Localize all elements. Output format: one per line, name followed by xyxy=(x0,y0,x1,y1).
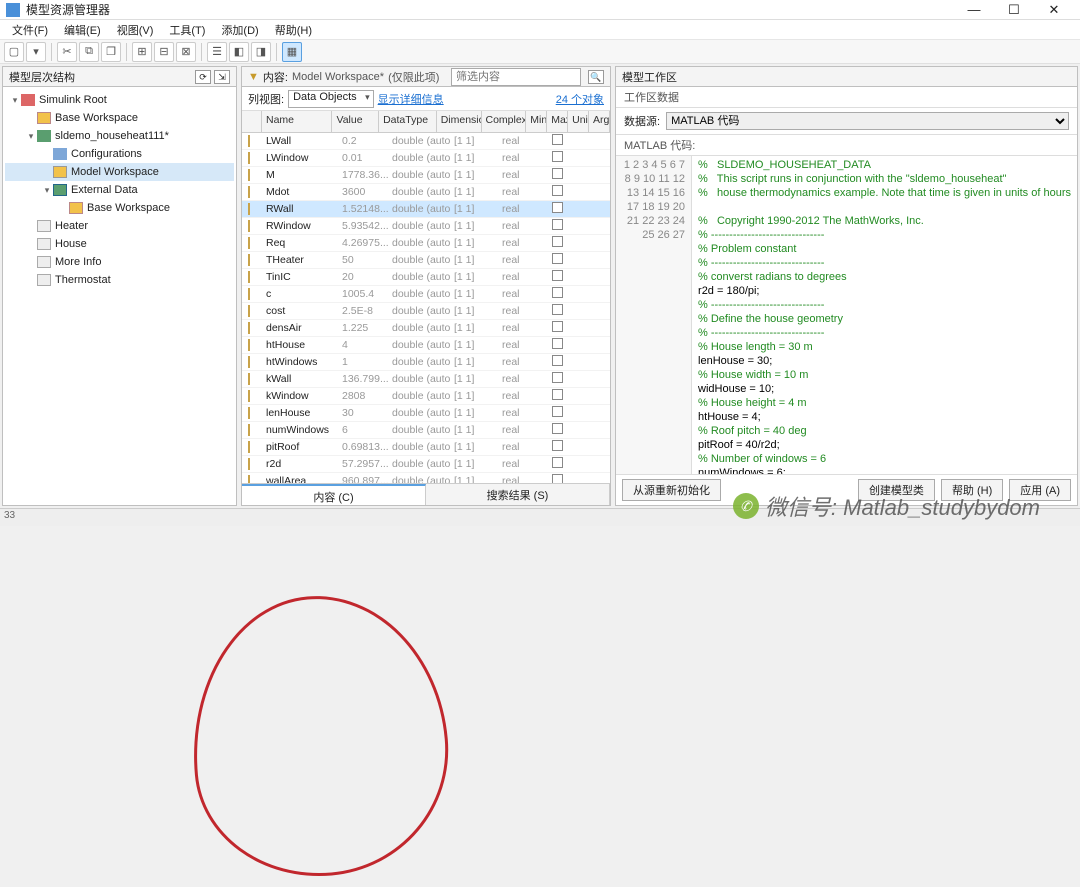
table-row[interactable]: densAir1.225double (auto)[1 1]real xyxy=(242,320,610,337)
tree-node[interactable]: Base Workspace xyxy=(5,109,234,127)
table-row[interactable]: htHouse4double (auto)[1 1]real xyxy=(242,337,610,354)
content-path: Model Workspace* xyxy=(292,71,384,83)
toolbar: ▢ ▾ ✂ ⧉ ❐ ⊞ ⊟ ⊠ ☰ ◧ ◨ ▦ xyxy=(0,40,1080,64)
grid2-button[interactable]: ⊟ xyxy=(154,42,174,62)
tree-node[interactable]: ▾External Data xyxy=(5,181,234,199)
table-row[interactable]: kWindow2808double (auto)[1 1]real xyxy=(242,388,610,405)
content-label: 内容: xyxy=(263,69,288,85)
annotation-circle xyxy=(180,585,458,886)
list-button[interactable]: ☰ xyxy=(207,42,227,62)
tree-node[interactable]: House xyxy=(5,235,234,253)
grid-tabs: 内容 (C) 搜索结果 (S) xyxy=(242,483,610,505)
table-row[interactable]: pitRoof0.69813...double (auto)[1 1]real xyxy=(242,439,610,456)
reinit-button[interactable]: 从源重新初始化 xyxy=(622,479,721,501)
table-row[interactable]: TinIC20double (auto)[1 1]real xyxy=(242,269,610,286)
table-row[interactable]: LWindow0.01double (auto)[1 1]real xyxy=(242,150,610,167)
data-source-row: 数据源: MATLAB 代码 xyxy=(616,108,1077,135)
menu-item[interactable]: 编辑(E) xyxy=(56,22,109,38)
left-panel-header: 模型层次结构 ⟳ ⇲ xyxy=(3,67,236,87)
copy-button[interactable]: ⧉ xyxy=(79,42,99,62)
funnel-icon[interactable]: ▼ xyxy=(248,71,259,83)
table-row[interactable]: cost2.5E-8double (auto)[1 1]real xyxy=(242,303,610,320)
content-panel: ▼ 内容: Model Workspace* (仅限此项) 🔍 列视图: Dat… xyxy=(241,66,611,506)
cut-button[interactable]: ✂ xyxy=(57,42,77,62)
table-row[interactable]: wallArea960.897...double (auto)[1 1]real xyxy=(242,473,610,483)
object-count[interactable]: 24 个对象 xyxy=(556,91,604,107)
code-label: MATLAB 代码: xyxy=(616,135,1077,156)
tree-node[interactable]: Configurations xyxy=(5,145,234,163)
grid-header[interactable]: NameValueDataTypeDimensionsComplexityMin… xyxy=(242,111,610,133)
table-row[interactable]: c1005.4double (auto)[1 1]real xyxy=(242,286,610,303)
tab-content[interactable]: 内容 (C) xyxy=(242,484,426,505)
grid-body[interactable]: LWall0.2double (auto)[1 1]realLWindow0.0… xyxy=(242,133,610,483)
window-title: 模型资源管理器 xyxy=(26,1,954,18)
menu-item[interactable]: 文件(F) xyxy=(4,22,56,38)
open-button[interactable]: ▾ xyxy=(26,42,46,62)
table-row[interactable]: THeater50double (auto)[1 1]real xyxy=(242,252,610,269)
wechat-icon: ✆ xyxy=(733,493,759,519)
workspace-subtitle: 工作区数据 xyxy=(616,87,1077,108)
tree-node[interactable]: Thermostat xyxy=(5,271,234,289)
menu-item[interactable]: 添加(D) xyxy=(213,22,266,38)
table-row[interactable]: M1778.36...double (auto)[1 1]real xyxy=(242,167,610,184)
tree-node[interactable]: More Info xyxy=(5,253,234,271)
table-button[interactable]: ▦ xyxy=(282,42,302,62)
workspace-panel-header: 模型工作区 xyxy=(616,67,1077,87)
window-titlebar: 模型资源管理器 — ☐ ✕ xyxy=(0,0,1080,20)
app-icon xyxy=(6,3,20,17)
col-view-dropdown[interactable]: Data Objects xyxy=(288,90,374,108)
detail-button[interactable]: ◨ xyxy=(251,42,271,62)
tree-button[interactable]: ◧ xyxy=(229,42,249,62)
table-row[interactable]: lenHouse30double (auto)[1 1]real xyxy=(242,405,610,422)
tree-node[interactable]: Base Workspace xyxy=(5,199,234,217)
workspace-panel-title: 模型工作区 xyxy=(622,69,677,85)
content-panel-header: ▼ 内容: Model Workspace* (仅限此项) 🔍 xyxy=(242,67,610,87)
table-row[interactable]: kWall136.799...double (auto)[1 1]real xyxy=(242,371,610,388)
menu-item[interactable]: 视图(V) xyxy=(109,22,162,38)
search-icon[interactable]: 🔍 xyxy=(588,70,604,84)
table-row[interactable]: LWall0.2double (auto)[1 1]real xyxy=(242,133,610,150)
data-source-select[interactable]: MATLAB 代码 xyxy=(666,112,1069,130)
paste-button[interactable]: ❐ xyxy=(101,42,121,62)
tree-node[interactable]: ▾Simulink Root xyxy=(5,91,234,109)
table-row[interactable]: htWindows1double (auto)[1 1]real xyxy=(242,354,610,371)
col-view-label: 列视图: xyxy=(248,91,284,107)
grid1-button[interactable]: ⊞ xyxy=(132,42,152,62)
menubar: 文件(F)编辑(E)视图(V)工具(T)添加(D)帮助(H) xyxy=(0,20,1080,40)
tree-node[interactable]: Heater xyxy=(5,217,234,235)
table-row[interactable]: Req4.26975...double (auto)[1 1]real xyxy=(242,235,610,252)
tab-search[interactable]: 搜索结果 (S) xyxy=(426,484,610,505)
table-row[interactable]: RWall1.52148...double (auto)[1 1]real xyxy=(242,201,610,218)
content-note: (仅限此项) xyxy=(388,69,439,85)
table-row[interactable]: RWindow5.93542...double (auto)[1 1]real xyxy=(242,218,610,235)
menu-item[interactable]: 帮助(H) xyxy=(267,22,320,38)
left-panel-title: 模型层次结构 xyxy=(9,69,75,85)
model-tree[interactable]: ▾Simulink RootBase Workspace▾sldemo_hous… xyxy=(3,87,236,505)
code-editor[interactable]: 1 2 3 4 5 6 7 8 9 10 11 12 13 14 15 16 1… xyxy=(616,156,1077,474)
watermark: ✆ 微信号: Matlab_studybydom xyxy=(733,490,1040,522)
table-row[interactable]: r2d57.2957...double (auto)[1 1]real xyxy=(242,456,610,473)
menu-item[interactable]: 工具(T) xyxy=(161,22,213,38)
show-details-link[interactable]: 显示详细信息 xyxy=(378,91,444,107)
close-button[interactable]: ✕ xyxy=(1034,2,1074,18)
grid3-button[interactable]: ⊠ xyxy=(176,42,196,62)
watermark-text: 微信号: Matlab_studybydom xyxy=(765,490,1040,522)
refresh-icon[interactable]: ⟳ xyxy=(195,70,211,84)
new-button[interactable]: ▢ xyxy=(4,42,24,62)
tree-node[interactable]: Model Workspace xyxy=(5,163,234,181)
data-source-label: 数据源: xyxy=(624,113,660,129)
data-grid: NameValueDataTypeDimensionsComplexityMin… xyxy=(242,111,610,483)
filter-content-input[interactable] xyxy=(451,68,581,86)
filter-bar: 列视图: Data Objects 显示详细信息 24 个对象 xyxy=(242,87,610,111)
left-panel: 模型层次结构 ⟳ ⇲ ▾Simulink RootBase Workspace▾… xyxy=(2,66,237,506)
pin-icon[interactable]: ⇲ xyxy=(214,70,230,84)
workspace-panel: 模型工作区 工作区数据 数据源: MATLAB 代码 MATLAB 代码: 1 … xyxy=(615,66,1078,506)
maximize-button[interactable]: ☐ xyxy=(994,2,1034,18)
tree-node[interactable]: ▾sldemo_househeat111* xyxy=(5,127,234,145)
table-row[interactable]: Mdot3600double (auto)[1 1]real xyxy=(242,184,610,201)
minimize-button[interactable]: — xyxy=(954,2,994,17)
table-row[interactable]: numWindows6double (auto)[1 1]real xyxy=(242,422,610,439)
